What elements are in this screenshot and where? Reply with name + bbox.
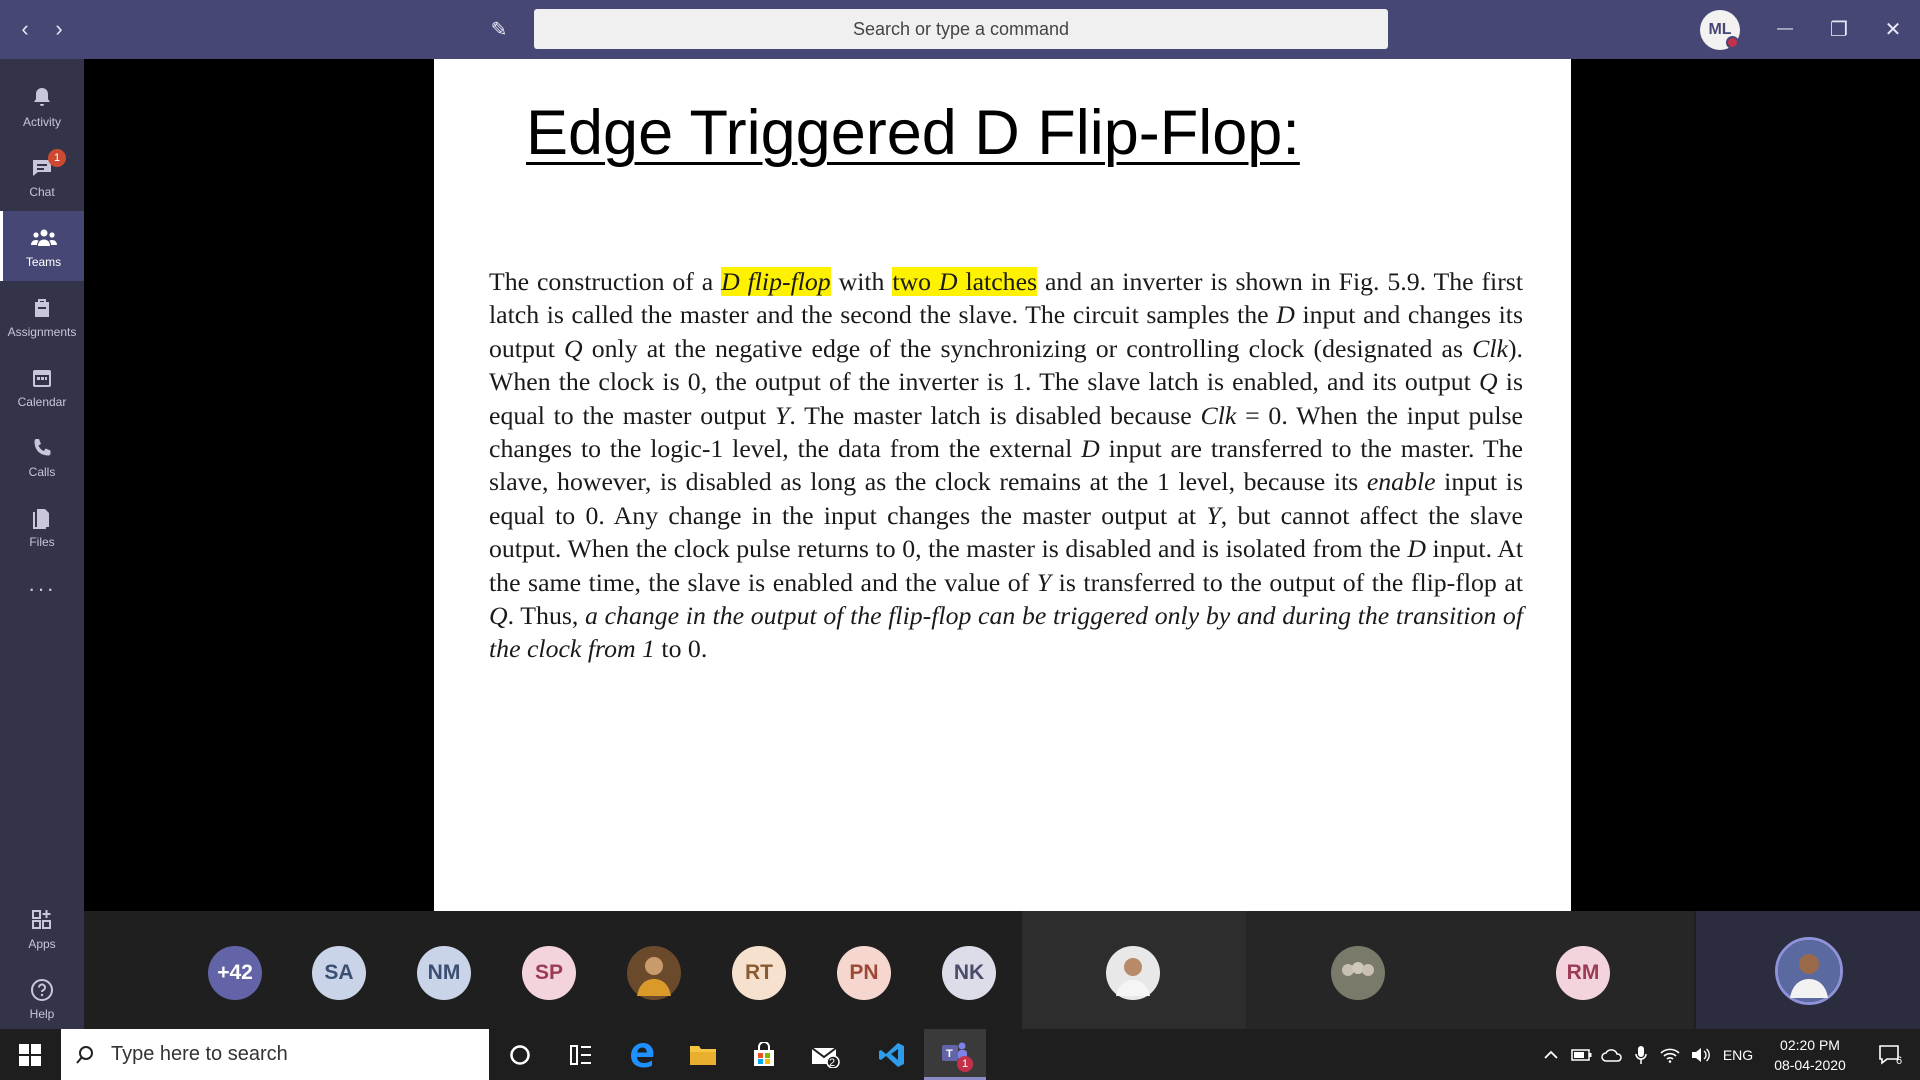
participant-avatar-photo[interactable] (1106, 946, 1160, 1000)
help-icon (31, 978, 53, 1001)
participant-avatar-rm[interactable]: RM (1556, 946, 1610, 1000)
teams-taskbar-icon[interactable]: T 1 (924, 1029, 986, 1080)
action-center-icon[interactable]: 6 (1866, 1029, 1914, 1080)
taskbar-search-box[interactable]: Type here to search (61, 1029, 489, 1080)
participant-avatar-photo[interactable] (1331, 946, 1385, 1000)
mail-icon[interactable]: 2 (795, 1029, 855, 1080)
store-icon[interactable] (734, 1029, 794, 1080)
teams-taskbar-badge: 1 (957, 1056, 973, 1072)
rail-item-assignments[interactable]: Assignments (0, 281, 84, 351)
language-indicator[interactable]: ENG (1718, 1029, 1758, 1080)
assignments-icon (35, 298, 49, 317)
rail-item-files[interactable]: Files (0, 491, 84, 561)
clock[interactable]: 02:20 PM 08-04-2020 (1762, 1029, 1858, 1080)
slide-title: Edge Triggered D Flip-Flop: (526, 98, 1300, 168)
person-photo-icon (1106, 946, 1160, 1000)
mail-badge: 2 (829, 1057, 836, 1069)
cortana-icon[interactable] (490, 1029, 550, 1080)
calendar-icon (33, 369, 51, 387)
rail-item-label: Chat (29, 184, 55, 199)
volume-icon[interactable] (1686, 1029, 1714, 1080)
more-participants-avatar[interactable]: +42 (208, 946, 262, 1000)
bell-icon (34, 87, 50, 106)
person-photo-icon (1778, 940, 1840, 1002)
close-icon[interactable]: ✕ (1870, 10, 1916, 48)
rail-item-help[interactable]: Help (0, 963, 84, 1033)
microphone-icon[interactable] (1628, 1029, 1654, 1080)
rail-item-calendar[interactable]: Calendar (0, 351, 84, 421)
rail-item-label: Activity (22, 114, 61, 129)
rail-item-label: Files (29, 534, 55, 549)
battery-icon[interactable] (1568, 1029, 1596, 1080)
speaking-participant-avatar[interactable] (1775, 937, 1843, 1005)
rail-item-teams[interactable]: Teams (0, 211, 84, 281)
minimize-icon[interactable]: — (1762, 10, 1808, 48)
participant-avatar-sp[interactable]: SP (522, 946, 576, 1000)
app-rail: Activity Chat 1 Teams Assignments Calend… (0, 59, 84, 1029)
rail-item-chat[interactable]: Chat 1 (0, 141, 84, 211)
more-apps-icon[interactable]: ··· (0, 569, 84, 609)
show-hidden-icons-chevron-icon[interactable] (1538, 1029, 1564, 1080)
presence-status-dot (1726, 36, 1739, 49)
rail-item-activity[interactable]: Activity (0, 71, 84, 141)
shared-slide: Edge Triggered D Flip-Flop: The construc… (434, 59, 1571, 911)
windows-start-icon[interactable] (0, 1029, 60, 1080)
rail-item-apps[interactable]: Apps (0, 893, 84, 963)
rail-item-label: Assignments (7, 324, 77, 339)
participant-avatar-pn[interactable]: PN (837, 946, 891, 1000)
group-photo-icon (1331, 946, 1385, 1000)
rail-item-label: Help (29, 1006, 55, 1021)
notification-count: 6 (1896, 1055, 1903, 1067)
svg-text:T: T (946, 1048, 953, 1060)
vscode-icon[interactable] (862, 1029, 922, 1080)
files-icon (33, 508, 49, 529)
person-photo-icon (627, 946, 681, 1000)
chat-unread-badge: 1 (48, 149, 66, 167)
participant-avatar-rt[interactable]: RT (732, 946, 786, 1000)
compose-icon[interactable]: ✎ (482, 12, 516, 46)
rail-item-calls[interactable]: Calls (0, 421, 84, 491)
onedrive-cloud-icon[interactable] (1598, 1029, 1626, 1080)
slide-body-text: The construction of a D flip-flop with t… (489, 267, 1524, 664)
rail-item-label: Teams (25, 254, 62, 269)
search-icon (76, 1045, 93, 1064)
rail-item-label: Calendar (17, 394, 67, 409)
participant-avatar-nm[interactable]: NM (417, 946, 471, 1000)
rail-item-label: Apps (28, 936, 56, 951)
command-search-input[interactable]: Search or type a command (534, 9, 1388, 49)
participant-avatar-sa[interactable]: SA (312, 946, 366, 1000)
wifi-icon[interactable] (1656, 1029, 1684, 1080)
teams-icon (30, 229, 57, 246)
clock-date: 08-04-2020 (1774, 1056, 1846, 1073)
phone-icon (34, 438, 51, 455)
edge-browser-icon[interactable] (612, 1029, 672, 1080)
participant-avatar-nk[interactable]: NK (942, 946, 996, 1000)
forward-icon[interactable]: › (44, 10, 74, 48)
taskbar-search-placeholder: Type here to search (111, 1043, 288, 1065)
apps-icon (32, 909, 51, 929)
task-view-icon[interactable] (551, 1029, 611, 1080)
file-explorer-icon[interactable] (673, 1029, 733, 1080)
rail-item-label: Calls (28, 464, 56, 479)
clock-time: 02:20 PM (1780, 1036, 1840, 1053)
back-icon[interactable]: ‹ (10, 10, 40, 48)
restore-icon[interactable]: ❐ (1816, 10, 1862, 48)
participant-avatar-photo[interactable] (627, 946, 681, 1000)
